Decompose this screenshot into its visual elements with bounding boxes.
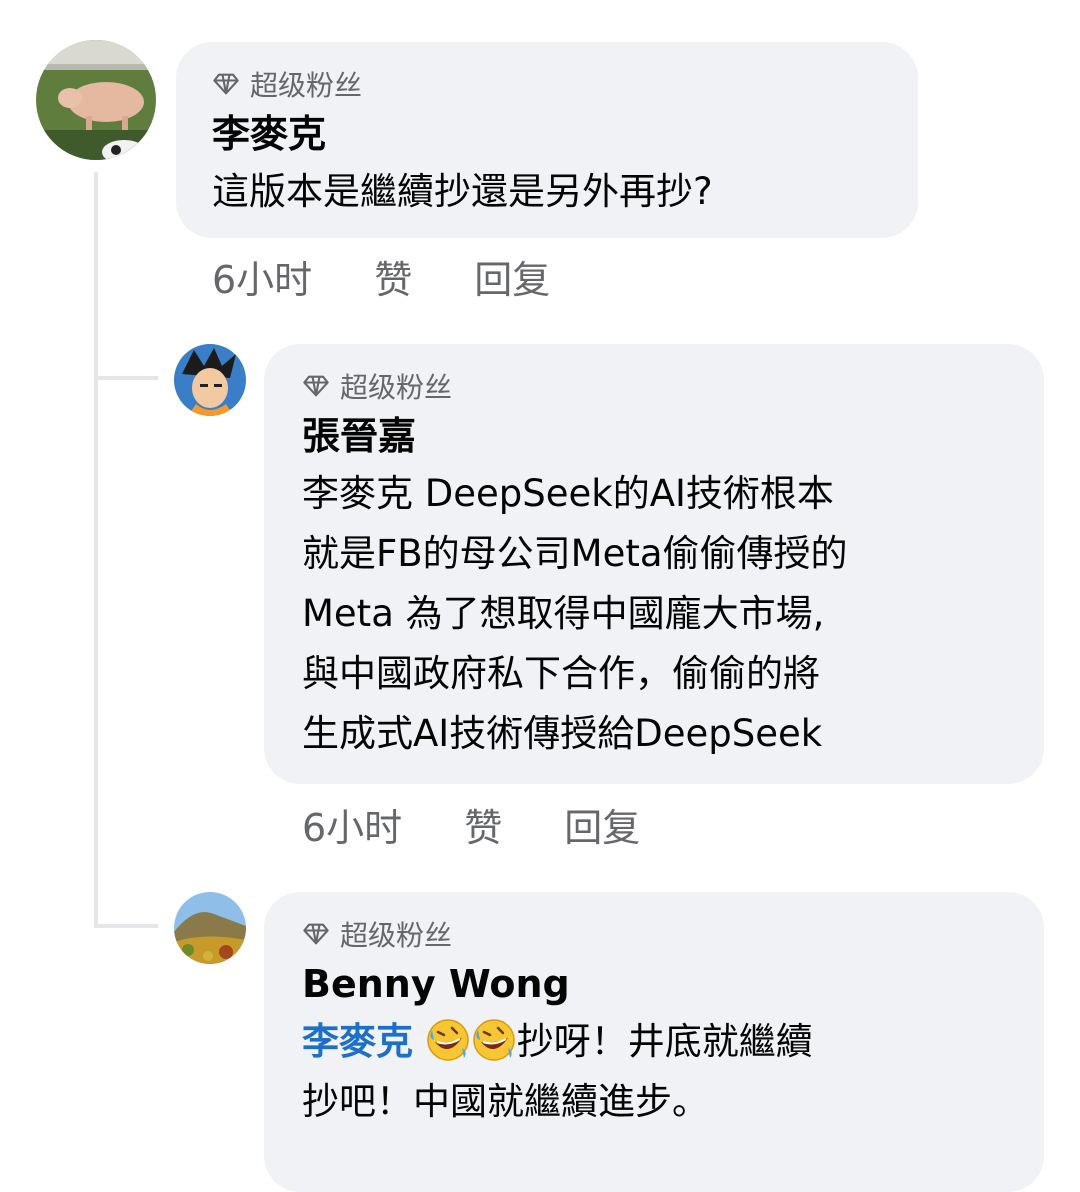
comment-line: 抄吧！中國就繼續進步。 [302, 1080, 709, 1123]
like-button[interactable]: 赞 [464, 804, 502, 852]
diamond-icon [213, 73, 239, 95]
author-name[interactable]: Benny Wong [302, 960, 1006, 1008]
comment-actions: 6小时 赞 回复 [212, 256, 550, 304]
author-name[interactable]: 張晉嘉 [302, 412, 1006, 460]
super-fan-badge: 超级粉丝 [302, 914, 1006, 954]
comment-line: 就是FB的母公司Meta偷偷傳授的 [302, 532, 848, 575]
mention-link[interactable]: 李麥克 [302, 1020, 413, 1063]
timestamp[interactable]: 6小时 [302, 804, 402, 852]
thread-branch-reply-1 [94, 376, 158, 380]
comment-text: 李麥克 抄呀！井底就繼續 抄吧！中國就繼續進步。 [302, 1012, 1006, 1132]
badge-label: 超级粉丝 [340, 371, 453, 404]
thread-branch-reply-2 [94, 924, 158, 928]
thread-line [94, 172, 98, 928]
comment-line: 抄呀！井底就繼續 [516, 1020, 813, 1063]
super-fan-badge: 超级粉丝 [212, 64, 882, 104]
rolling-on-floor-laughing-emoji [427, 1019, 469, 1061]
timestamp[interactable]: 6小时 [212, 256, 312, 304]
comment-text: 李麥克 DeepSeek的AI技術根本 就是FB的母公司Meta偷偷傳授的 Me… [302, 464, 1006, 764]
comment-actions: 6小时 赞 回复 [302, 804, 640, 852]
diamond-icon [303, 375, 329, 397]
comment-line: 生成式AI技術傳授給DeepSeek [302, 712, 823, 755]
reply-button[interactable]: 回复 [564, 804, 640, 852]
comment-line: 與中國政府私下合作，偷偷的將 [302, 652, 820, 695]
diamond-icon [303, 923, 329, 945]
avatar[interactable] [174, 344, 246, 416]
reply-bubble: 超级粉丝 張晉嘉 李麥克 DeepSeek的AI技術根本 就是FB的母公司Met… [264, 344, 1044, 784]
comment-line: 李麥克 DeepSeek的AI技術根本 [302, 472, 834, 515]
like-button[interactable]: 赞 [374, 256, 412, 304]
rolling-on-floor-laughing-emoji [473, 1019, 515, 1061]
reply-button[interactable]: 回复 [474, 256, 550, 304]
avatar[interactable] [174, 892, 246, 964]
comment-bubble: 超级粉丝 李麥克 這版本是繼續抄還是另外再抄? [176, 42, 918, 238]
comment-text: 這版本是繼續抄還是另外再抄? [212, 170, 713, 213]
author-name[interactable]: 李麥克 [212, 110, 882, 158]
super-fan-badge: 超级粉丝 [302, 366, 1006, 406]
badge-label: 超级粉丝 [340, 919, 453, 952]
reply-bubble: 超级粉丝 Benny Wong 李麥克 抄呀！井底就繼續 抄吧！中國就繼續進步。 [264, 892, 1044, 1192]
comment-line: Meta 為了想取得中國龐大市場, [302, 592, 825, 635]
badge-label: 超级粉丝 [250, 69, 363, 102]
avatar[interactable] [36, 40, 156, 160]
